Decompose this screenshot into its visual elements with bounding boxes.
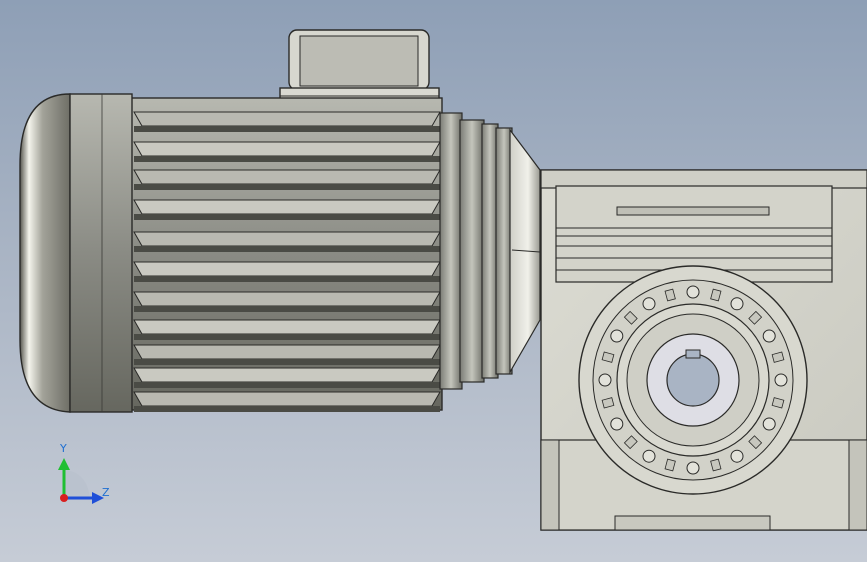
fin-gap	[134, 359, 440, 365]
flange-bolt	[762, 417, 776, 431]
fan-cover-cap	[19, 93, 133, 413]
fin-gap	[134, 406, 440, 412]
coordinate-triad-icon: Y Z	[48, 440, 118, 510]
fin-gap	[134, 306, 440, 312]
cooling-fin	[133, 141, 441, 157]
fin-gap	[134, 276, 440, 282]
fin-gap	[134, 334, 440, 340]
motor-housing	[129, 97, 443, 412]
fin-gap	[134, 246, 440, 252]
cooling-fin	[133, 199, 441, 215]
y-axis-label: Y	[60, 442, 67, 455]
flange-bolt	[730, 297, 744, 311]
flange-bolt	[774, 373, 788, 387]
cad-model[interactable]	[0, 0, 867, 562]
graphics-viewport[interactable]: Y Z	[0, 0, 867, 562]
cooling-fin	[133, 291, 441, 307]
flange-bolt	[642, 297, 656, 311]
cooling-fin	[133, 231, 441, 247]
cooling-fin	[133, 391, 441, 407]
flange-bolt	[642, 449, 656, 463]
x-axis-dot	[60, 494, 68, 502]
motor-end-rings	[439, 112, 541, 390]
cooling-fin	[133, 261, 441, 277]
cooling-fin	[133, 111, 441, 127]
flange-bolt	[686, 461, 700, 475]
flange-bolt	[730, 449, 744, 463]
fin-gap	[134, 214, 440, 220]
output-flange	[578, 265, 808, 495]
fin-gap	[134, 184, 440, 190]
fin-gap	[134, 156, 440, 162]
cooling-fin	[133, 367, 441, 383]
flange-bolt	[598, 373, 612, 387]
z-axis-label: Z	[102, 486, 110, 499]
fin-gap	[134, 382, 440, 388]
cooling-fin	[133, 319, 441, 335]
fin-gap	[134, 126, 440, 132]
cooling-fin	[133, 344, 441, 360]
flange-bolt	[610, 329, 624, 343]
flange-bolt	[762, 329, 776, 343]
flange-bolt	[610, 417, 624, 431]
flange-bolt	[686, 285, 700, 299]
cooling-fin	[133, 169, 441, 185]
